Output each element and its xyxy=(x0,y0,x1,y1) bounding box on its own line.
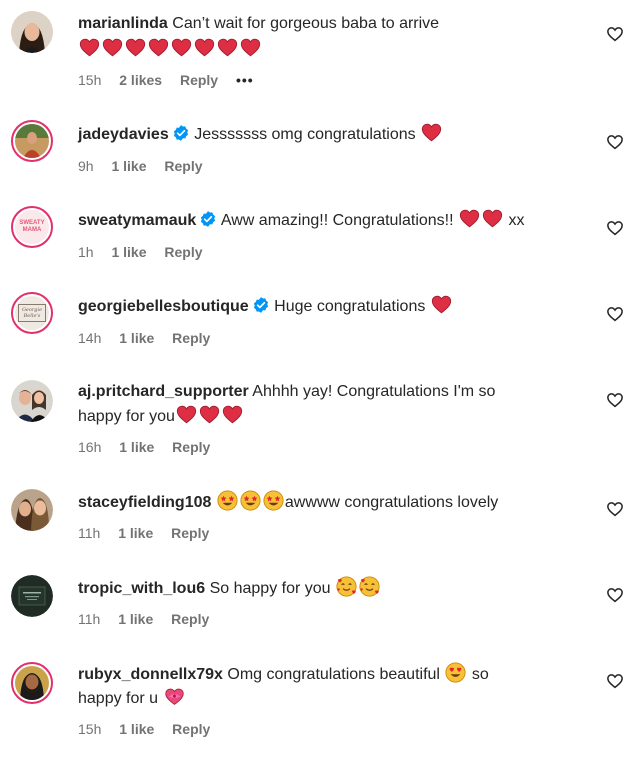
like-heart-icon[interactable] xyxy=(606,25,624,43)
comment-time: 9h xyxy=(78,158,94,174)
red-heart-icon xyxy=(148,37,169,58)
avatar-georgiebellesboutique[interactable]: Georgie Belle's xyxy=(11,292,53,334)
like-heart-icon[interactable] xyxy=(606,391,624,409)
like-heart-icon[interactable] xyxy=(606,219,624,237)
comment-text: So happy for you xyxy=(209,580,331,597)
comment-text: Ahhhh yay! Congratulations I'm so xyxy=(252,383,496,400)
smiling-face-with-hearts-icon xyxy=(359,576,380,597)
red-heart-icon xyxy=(176,404,197,425)
red-heart-icon xyxy=(79,37,100,58)
avatar-jadeydavies[interactable] xyxy=(11,120,53,162)
comment-time: 11h xyxy=(78,525,101,541)
comment-username[interactable]: staceyfielding108 xyxy=(78,494,211,511)
reply-button[interactable]: Reply xyxy=(172,438,210,456)
like-heart-icon[interactable] xyxy=(606,305,624,323)
avatar-logo-text: Georgie Belle's xyxy=(18,304,46,322)
smiling-face-with-hearts-icon xyxy=(336,576,357,597)
comment-text: Jesssssss omg congratulations xyxy=(194,126,416,143)
comment-likes[interactable]: 1 like xyxy=(111,157,146,175)
comment-likes[interactable]: 1 like xyxy=(118,610,153,628)
like-heart-icon[interactable] xyxy=(606,500,624,518)
more-options-button[interactable]: ••• xyxy=(236,71,254,89)
red-heart-icon xyxy=(194,37,215,58)
comment-text: Can’t wait for gorgeous baba to arrive xyxy=(172,15,440,32)
comment-likes[interactable]: 1 like xyxy=(118,524,153,542)
heart-with-ribbon-icon xyxy=(164,686,185,707)
comment-time: 11h xyxy=(78,611,101,627)
comment-text: awwww congratulations lovely xyxy=(284,494,499,511)
comment-likes[interactable]: 1 like xyxy=(119,438,154,456)
comment-username[interactable]: rubyx_donnellx79x xyxy=(78,666,223,683)
comments-list: marianlinda Can’t wait for gorgeous baba… xyxy=(0,0,634,769)
verified-badge-icon xyxy=(172,124,190,142)
red-heart-icon xyxy=(482,208,503,229)
red-heart-icon xyxy=(102,37,123,58)
red-heart-icon xyxy=(222,404,243,425)
comment-text-line2: happy for u xyxy=(78,690,159,707)
comment-text: Huge congratulations xyxy=(274,298,426,315)
comment-username[interactable]: jadeydavies xyxy=(78,126,169,143)
comment-username[interactable]: georgiebellesboutique xyxy=(78,298,249,315)
comment-text: Aww amazing!! Congratulations!! xyxy=(220,212,454,229)
star-struck-emoji-icon xyxy=(217,490,238,511)
comment-likes[interactable]: 1 like xyxy=(119,329,154,347)
avatar-sweatymamauk[interactable]: SWEATY MAMA xyxy=(11,206,53,248)
comment-text-line2: happy for you xyxy=(78,408,175,425)
red-heart-icon xyxy=(240,37,261,58)
avatar-staceyfielding108[interactable] xyxy=(11,489,53,531)
comment-time: 16h xyxy=(78,439,102,455)
reply-button[interactable]: Reply xyxy=(172,720,210,738)
emoji-row xyxy=(78,37,582,62)
avatar-tropic-with-lou6[interactable] xyxy=(11,575,53,617)
reply-button[interactable]: Reply xyxy=(171,524,209,542)
comment-time: 15h xyxy=(78,72,102,88)
red-heart-icon xyxy=(199,404,220,425)
comment-username[interactable]: marianlinda xyxy=(78,15,168,32)
comment-username[interactable]: sweatymamauk xyxy=(78,212,196,229)
like-heart-icon[interactable] xyxy=(606,672,624,690)
comment-text: Omg congratulations beautiful xyxy=(227,666,440,683)
reply-button[interactable]: Reply xyxy=(180,71,218,89)
comment-time: 1h xyxy=(78,244,94,260)
heart-eyes-emoji-icon xyxy=(445,662,466,683)
star-struck-emoji-icon xyxy=(240,490,261,511)
verified-badge-icon xyxy=(252,296,270,314)
like-heart-icon[interactable] xyxy=(606,586,624,604)
avatar-rubyx-donnellx79x[interactable] xyxy=(11,662,53,704)
avatar-marianlinda[interactable] xyxy=(11,11,53,53)
red-heart-icon xyxy=(459,208,480,229)
comment-suffix: xx xyxy=(508,212,525,229)
reply-button[interactable]: Reply xyxy=(164,243,202,261)
comment-username[interactable]: tropic_with_lou6 xyxy=(78,580,205,597)
red-heart-icon xyxy=(125,37,146,58)
comment-time: 15h xyxy=(78,721,102,737)
star-struck-emoji-icon xyxy=(263,490,284,511)
comment-text-after-emoji: so xyxy=(471,666,489,683)
red-heart-icon xyxy=(421,122,442,143)
red-heart-icon xyxy=(431,294,452,315)
comment-likes[interactable]: 1 like xyxy=(111,243,146,261)
comment-username[interactable]: aj.pritchard_supporter xyxy=(78,383,249,400)
comment-time: 14h xyxy=(78,330,102,346)
reply-button[interactable]: Reply xyxy=(164,157,202,175)
red-heart-icon xyxy=(217,37,238,58)
avatar-logo-text: SWEATY MAMA xyxy=(19,220,45,233)
reply-button[interactable]: Reply xyxy=(172,329,210,347)
verified-badge-icon xyxy=(199,210,217,228)
reply-button[interactable]: Reply xyxy=(171,610,209,628)
red-heart-icon xyxy=(171,37,192,58)
like-heart-icon[interactable] xyxy=(606,133,624,151)
avatar-aj-pritchard-supporter[interactable] xyxy=(11,380,53,422)
comment-likes[interactable]: 2 likes xyxy=(119,71,162,89)
comment-likes[interactable]: 1 like xyxy=(119,720,154,738)
